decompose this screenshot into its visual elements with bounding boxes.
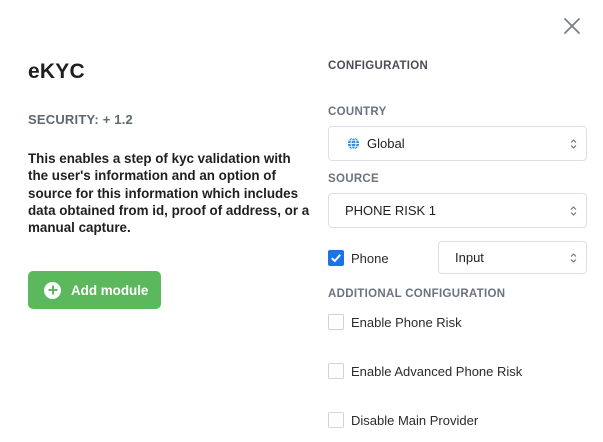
disable-main-provider-checkbox[interactable]: [328, 412, 344, 428]
module-description: This enables a step of kyc validation wi…: [28, 151, 310, 236]
phone-mode-select[interactable]: Input: [438, 241, 587, 274]
select-chevron-icon: [570, 205, 577, 216]
enable-advanced-phone-risk-row[interactable]: Enable Advanced Phone Risk: [328, 363, 522, 379]
add-module-button[interactable]: Add module: [28, 271, 161, 309]
source-label: SOURCE: [328, 173, 380, 185]
disable-main-provider-row[interactable]: Disable Main Provider: [328, 412, 478, 428]
plus-circle-icon: [44, 281, 61, 299]
additional-configuration-heading: ADDITIONAL CONFIGURATION: [328, 288, 506, 300]
country-label: COUNTRY: [328, 106, 387, 118]
country-select[interactable]: Global: [328, 126, 587, 161]
enable-advanced-phone-risk-label: Enable Advanced Phone Risk: [351, 363, 523, 379]
country-value: Global: [367, 136, 405, 151]
enable-phone-risk-row[interactable]: Enable Phone Risk: [328, 314, 462, 330]
add-module-label: Add module: [71, 282, 149, 298]
enable-phone-risk-checkbox[interactable]: [328, 314, 344, 330]
close-button[interactable]: [561, 15, 583, 37]
close-icon: [564, 18, 580, 34]
configuration-heading: CONFIGURATION: [328, 60, 429, 72]
enable-phone-risk-label: Enable Phone Risk: [351, 314, 462, 330]
source-select[interactable]: PHONE RISK 1: [328, 193, 587, 228]
phone-checkbox-row[interactable]: Phone: [328, 250, 389, 266]
security-score: SECURITY: + 1.2: [28, 112, 133, 127]
enable-advanced-phone-risk-checkbox[interactable]: [328, 363, 344, 379]
phone-checkbox[interactable]: [328, 250, 344, 266]
source-value: PHONE RISK 1: [345, 203, 437, 218]
select-chevron-icon: [570, 252, 577, 263]
globe-icon: [347, 137, 360, 150]
phone-mode-value: Input: [455, 250, 484, 265]
select-chevron-icon: [570, 138, 577, 149]
module-title: eKYC: [28, 60, 85, 83]
checkmark-icon: [331, 254, 341, 263]
disable-main-provider-label: Disable Main Provider: [351, 412, 479, 428]
phone-label: Phone: [351, 250, 389, 266]
